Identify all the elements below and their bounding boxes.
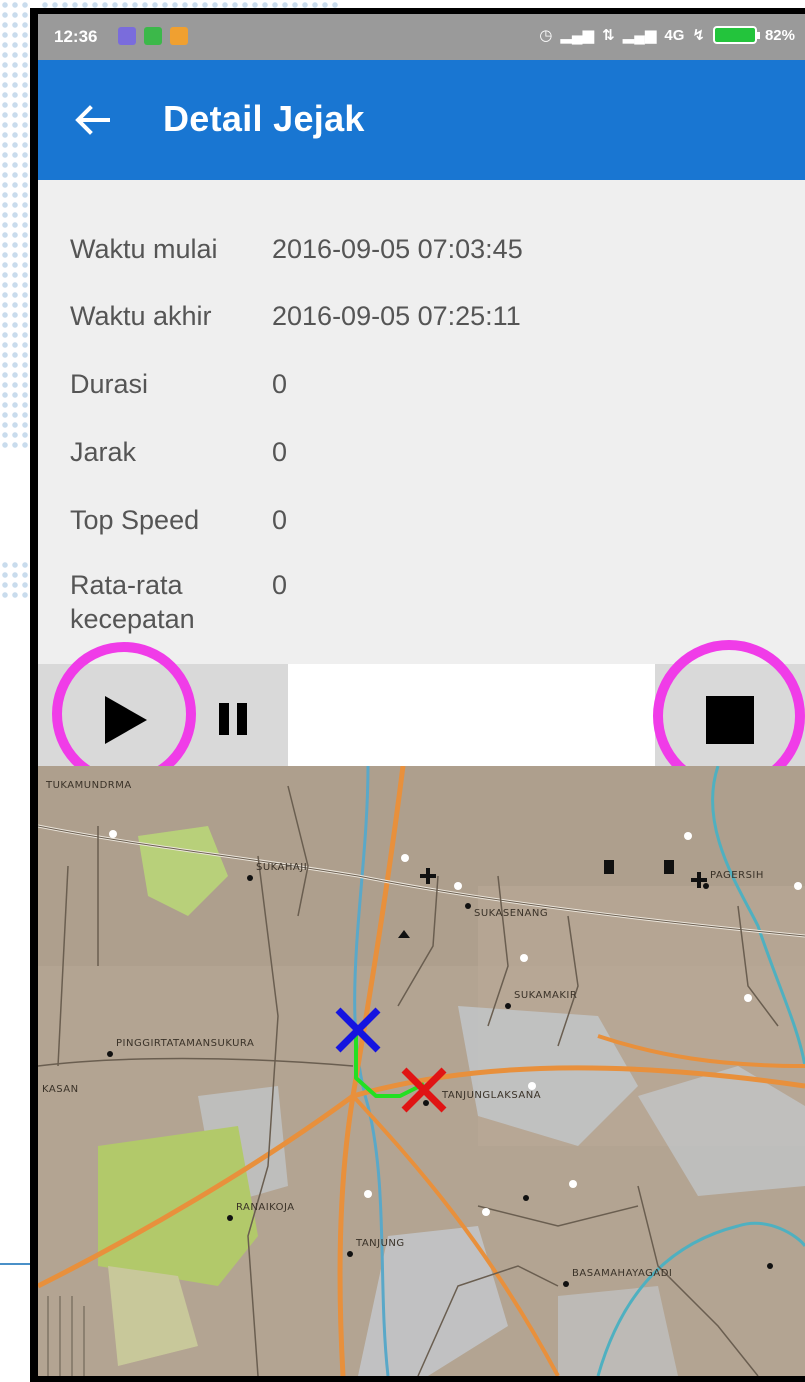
decorative-dot-pattern: [0, 0, 30, 450]
map-canvas: TUKAMUNDRMA SUKAHAJI SUKASENANG SUKAMAKI…: [38, 766, 805, 1376]
track-map[interactable]: TUKAMUNDRMA SUKAHAJI SUKASENANG SUKAMAKI…: [38, 766, 805, 1376]
svg-text:KASAN: KASAN: [42, 1084, 79, 1095]
pause-button[interactable]: [203, 684, 263, 754]
battery-icon: [712, 26, 760, 44]
decorative-dot-pattern: [40, 0, 340, 8]
data-transfer-icon: ⇅: [602, 27, 615, 44]
svg-text:TANJUNGLAKSANA: TANJUNGLAKSANA: [441, 1090, 541, 1101]
status-indicators: ◷ ▂▄▆ ⇅ ▂▄▆ 4G ↯ 82%: [539, 26, 795, 44]
svg-text:BASAMAHAYAGADI: BASAMAHAYAGADI: [572, 1268, 672, 1279]
detail-label: Durasi: [70, 369, 149, 399]
svg-text:PAGERSIH: PAGERSIH: [710, 870, 764, 881]
svg-text:SUKAHAJI: SUKAHAJI: [256, 862, 307, 873]
detail-value: 0: [272, 570, 288, 600]
detail-value: 2016-09-05 07:03:45: [272, 234, 523, 264]
charging-icon: ↯: [692, 27, 705, 44]
detail-label: Jarak: [70, 437, 137, 467]
notification-icon: [144, 27, 162, 45]
phone-frame: 12:36 ◷ ▂▄▆ ⇅ ▂▄▆ 4G ↯ 82% Detail Jejak: [30, 8, 805, 1382]
pause-icon: [219, 703, 247, 735]
alarm-icon: ◷: [539, 27, 553, 44]
status-bar: 12:36 ◷ ▂▄▆ ⇅ ▂▄▆ 4G ↯ 82%: [38, 14, 805, 60]
play-button[interactable]: [70, 672, 180, 768]
detail-label: Waktu mulai: [70, 234, 218, 264]
stop-icon: [706, 696, 754, 744]
stop-button[interactable]: [675, 672, 785, 768]
svg-text:TUKAMUNDRMA: TUKAMUNDRMA: [45, 780, 132, 791]
signal-icon: ▂▄▆: [622, 27, 657, 44]
status-time: 12:36: [54, 27, 98, 46]
app-bar: Detail Jejak: [38, 60, 805, 180]
detail-value: 0: [272, 369, 288, 399]
svg-text:SUKASENANG: SUKASENANG: [474, 908, 548, 919]
playback-controls: [38, 640, 805, 792]
track-details: Waktu mulai 2016-09-05 07:03:45 Waktu ak…: [38, 180, 805, 664]
detail-value: 0: [272, 505, 288, 535]
decorative-dot-pattern: [0, 560, 30, 600]
notification-icon: [170, 27, 188, 45]
arrow-left-icon: [75, 105, 110, 135]
svg-text:PINGGIRTATAMANSUKURA: PINGGIRTATAMANSUKURA: [116, 1038, 254, 1049]
detail-value: 2016-09-05 07:25:11: [272, 301, 521, 331]
signal-icon: ▂▄▆: [560, 27, 595, 44]
page-title: Detail Jejak: [163, 98, 365, 139]
app-screen: 12:36 ◷ ▂▄▆ ⇅ ▂▄▆ 4G ↯ 82% Detail Jejak: [38, 14, 805, 1376]
detail-label: Waktu akhir: [70, 301, 212, 331]
notification-icon: [118, 27, 136, 45]
battery-percent: 82%: [764, 26, 795, 44]
back-button[interactable]: [68, 94, 120, 146]
svg-text:SUKAMAKIR: SUKAMAKIR: [514, 990, 577, 1001]
detail-value: 0: [272, 437, 288, 467]
svg-text:TANJUNG: TANJUNG: [355, 1238, 405, 1249]
network-type: 4G: [664, 26, 685, 44]
play-icon: [105, 696, 147, 744]
detail-label: Top Speed: [70, 505, 200, 535]
detail-label: Rata-rata kecepatan: [70, 570, 195, 634]
svg-text:RANAIKOJA: RANAIKOJA: [236, 1202, 295, 1213]
